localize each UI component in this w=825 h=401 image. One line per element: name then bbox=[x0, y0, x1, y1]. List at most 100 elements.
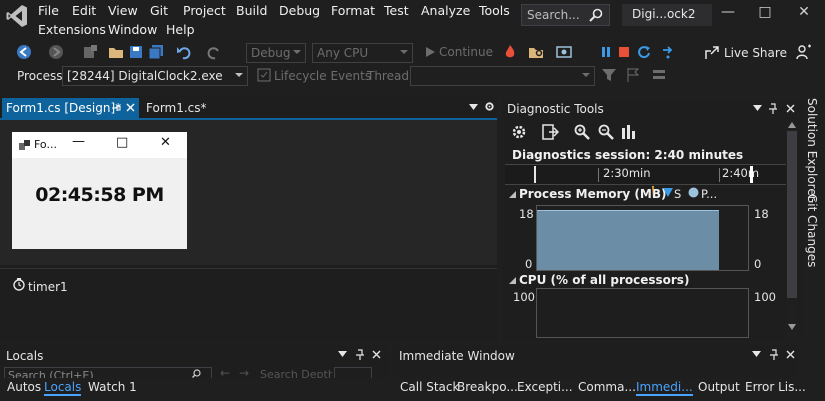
minimize-icon[interactable]: — bbox=[714, 4, 742, 26]
tab-autos[interactable]: Autos bbox=[7, 380, 41, 394]
locals-search-depth-combo[interactable] bbox=[334, 367, 372, 378]
form-maximize-icon[interactable]: □ bbox=[116, 135, 128, 150]
tab-form1-design[interactable]: Form1.cs [Design]* bbox=[2, 98, 139, 118]
immediate-menu-chevron-icon[interactable] bbox=[752, 351, 761, 357]
process-memory-label: Process Memory (MB) bbox=[519, 187, 667, 201]
side-tab-git-changes[interactable]: Git Changes bbox=[805, 194, 819, 267]
lifecycle-events-button[interactable]: Lifecycle Events bbox=[274, 69, 371, 83]
menu-edit[interactable]: Edit bbox=[72, 3, 96, 18]
find-in-files-icon[interactable] bbox=[528, 44, 544, 60]
locals-close-icon[interactable] bbox=[372, 350, 381, 359]
timer-component[interactable]: timer1 bbox=[28, 280, 68, 294]
visual-studio-logo-icon[interactable] bbox=[6, 4, 28, 28]
tab-exception-settings[interactable]: Excepti... bbox=[517, 380, 573, 394]
settings-gear-icon[interactable] bbox=[484, 101, 495, 112]
menu-view[interactable]: View bbox=[108, 3, 138, 18]
close-icon[interactable]: ✕ bbox=[790, 4, 818, 26]
menu-analyze[interactable]: Analyze bbox=[421, 3, 470, 18]
navigate-forward-icon[interactable] bbox=[48, 44, 64, 60]
tab-error-list[interactable]: Error Lis... bbox=[745, 380, 806, 394]
menu-window[interactable]: Window bbox=[108, 22, 157, 37]
open-file-icon[interactable] bbox=[108, 44, 124, 60]
screenshot-icon[interactable] bbox=[556, 44, 572, 60]
undo-icon[interactable] bbox=[176, 44, 192, 60]
redo-icon[interactable] bbox=[206, 44, 222, 60]
zoom-in-icon[interactable] bbox=[574, 124, 590, 140]
feedback-person-icon[interactable] bbox=[796, 44, 812, 60]
menu-format[interactable]: Format bbox=[331, 3, 375, 18]
filter-icon[interactable] bbox=[601, 67, 617, 83]
pin-icon[interactable] bbox=[111, 103, 121, 113]
save-icon[interactable] bbox=[128, 44, 144, 60]
scroll-down-arrow-icon[interactable] bbox=[788, 324, 796, 330]
reset-zoom-icon[interactable] bbox=[621, 124, 637, 140]
form-close-icon[interactable]: ✕ bbox=[160, 135, 171, 150]
export-report-icon[interactable] bbox=[542, 124, 559, 140]
live-share-button[interactable]: Live Share bbox=[724, 46, 787, 60]
zoom-out-icon[interactable] bbox=[598, 124, 614, 140]
save-all-icon[interactable] bbox=[148, 44, 164, 60]
lifecycle-events-icon[interactable] bbox=[256, 67, 272, 83]
tab-call-stack[interactable]: Call Stack bbox=[400, 380, 459, 394]
continue-play-icon[interactable] bbox=[422, 44, 438, 60]
new-project-icon[interactable] bbox=[82, 44, 98, 60]
live-share-icon[interactable] bbox=[704, 45, 720, 61]
navigate-back-icon[interactable] bbox=[16, 44, 32, 60]
tab-form1-code[interactable]: Form1.cs* bbox=[146, 98, 226, 118]
form-minimize-icon[interactable]: — bbox=[72, 134, 85, 149]
timeline-range-start-handle[interactable] bbox=[534, 166, 536, 183]
panel-menu-chevron-icon[interactable] bbox=[753, 105, 762, 111]
platform-combo[interactable]: Any CPU bbox=[312, 43, 413, 63]
maximize-icon[interactable]: □ bbox=[751, 4, 779, 26]
diagnostics-scrollbar-thumb[interactable] bbox=[787, 131, 797, 298]
tab-watch-1[interactable]: Watch 1 bbox=[88, 380, 137, 394]
search-back-arrow-icon[interactable]: ← bbox=[220, 367, 230, 378]
memory-usage-graph[interactable] bbox=[537, 210, 719, 270]
timeline-range-end-handle[interactable] bbox=[750, 166, 753, 183]
continue-button[interactable]: Continue bbox=[439, 45, 493, 59]
panel-pin-icon[interactable] bbox=[768, 103, 778, 114]
restart-icon[interactable] bbox=[636, 44, 652, 60]
menu-build[interactable]: Build bbox=[236, 3, 267, 18]
immediate-close-icon[interactable] bbox=[786, 350, 795, 359]
tab-close-icon[interactable] bbox=[126, 103, 135, 112]
menu-git[interactable]: Git bbox=[150, 3, 168, 18]
tab-overflow-chevron-icon[interactable] bbox=[469, 104, 478, 110]
locals-nav-arrows[interactable]: ← → bbox=[217, 367, 257, 378]
step-icon[interactable] bbox=[660, 44, 676, 60]
pause-icon[interactable] bbox=[598, 44, 614, 60]
search-forward-arrow-icon[interactable]: → bbox=[239, 367, 249, 378]
locals-search-input[interactable]: Search (Ctrl+E) bbox=[4, 367, 212, 378]
tab-immediate-window[interactable]: Immedi... bbox=[636, 380, 693, 396]
menu-file[interactable]: File bbox=[38, 3, 59, 18]
thread-combo[interactable] bbox=[410, 66, 595, 86]
hot-reload-icon[interactable] bbox=[502, 44, 518, 60]
tab-command-window[interactable]: Comma... bbox=[578, 380, 636, 394]
collapse-triangle-icon[interactable] bbox=[509, 277, 516, 284]
menu-tools[interactable]: Tools bbox=[479, 3, 510, 18]
menu-extensions[interactable]: Extensions bbox=[38, 22, 106, 37]
menu-project[interactable]: Project bbox=[183, 3, 226, 18]
panel-close-icon[interactable] bbox=[786, 104, 795, 113]
menu-help[interactable]: Help bbox=[166, 22, 195, 37]
collapse-triangle-icon[interactable] bbox=[509, 191, 516, 198]
menu-debug[interactable]: Debug bbox=[279, 3, 320, 18]
stack-frame-icon[interactable] bbox=[651, 67, 667, 83]
side-tab-solution-explorer[interactable]: Solution Explorer bbox=[805, 98, 819, 201]
designed-form-window[interactable]: Fo... — □ ✕ 02:45:58 PM bbox=[12, 132, 187, 249]
menu-test[interactable]: Test bbox=[384, 3, 409, 18]
tab-locals[interactable]: Locals bbox=[44, 380, 82, 396]
process-combo[interactable]: [28244] DigitalClock2.exe bbox=[62, 66, 248, 86]
immediate-pin-icon[interactable] bbox=[769, 349, 779, 360]
tab-output[interactable]: Output bbox=[698, 380, 740, 394]
diagnostics-settings-icon[interactable] bbox=[511, 124, 527, 140]
search-box[interactable]: Search... bbox=[521, 4, 610, 26]
scroll-up-arrow-icon[interactable] bbox=[788, 122, 796, 128]
configuration-combo[interactable]: Debug bbox=[246, 43, 306, 63]
stop-icon[interactable] bbox=[616, 44, 632, 60]
locals-pin-icon[interactable] bbox=[355, 349, 365, 360]
clock-label[interactable]: 02:45:58 PM bbox=[12, 184, 187, 206]
tab-breakpoints[interactable]: Breakpo... bbox=[457, 380, 518, 394]
flag-threads-icon[interactable] bbox=[625, 67, 641, 83]
locals-menu-chevron-icon[interactable] bbox=[338, 351, 347, 357]
